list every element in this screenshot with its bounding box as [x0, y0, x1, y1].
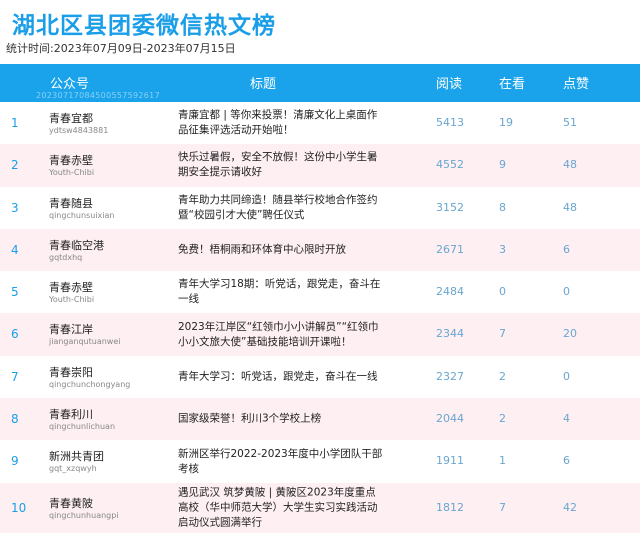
rank-number: 9	[11, 454, 19, 469]
account-id: qingchunchongyang	[49, 379, 131, 389]
read-count: 2344	[436, 327, 464, 341]
watermark-stamp: 20230717084500557592617	[36, 91, 160, 100]
account-name[interactable]: 青春利川	[49, 406, 93, 422]
table-row[interactable]: 8 青春利川 qingchunlichuan 国家级荣誉！利川3个学校上榜 20…	[0, 398, 640, 441]
article-title-link[interactable]: 青年大学习：听党话，跟党走，奋斗在一线	[178, 369, 384, 384]
ranking-table: 1 青春宜都 ydtsw4843881 青廉宜都 | 等你来投票！清廉文化上桌面…	[0, 102, 640, 533]
article-title-link[interactable]: 国家级荣誉！利川3个学校上榜	[178, 412, 384, 427]
rank-number: 10	[11, 500, 27, 515]
account-id: Youth-Chibi	[49, 168, 95, 178]
like-count: 48	[563, 158, 577, 172]
article-title-link[interactable]: 2023年江岸区“红领巾小小讲解员”“红领巾小小文旅大使”基础技能培训开课啦！	[178, 320, 384, 350]
like-count: 48	[563, 200, 577, 214]
like-count: 42	[563, 500, 577, 514]
table-row[interactable]: 7 青春崇阳 qingchunchongyang 青年大学习：听党话，跟党走，奋…	[0, 356, 640, 398]
like-count: 20	[563, 327, 577, 341]
account-name[interactable]: 青春随县	[49, 195, 93, 211]
account-id: gqtdxhq	[49, 252, 83, 262]
view-count: 8	[499, 200, 506, 214]
account-name[interactable]: 新洲共青团	[49, 448, 104, 464]
account-name[interactable]: 青春赤壁	[49, 152, 93, 168]
read-count: 4552	[436, 158, 464, 172]
article-title-link[interactable]: 青年大学习18期：听党话，跟党走，奋斗在一线	[178, 277, 384, 307]
account-id: Youth-Chibi	[49, 295, 95, 305]
read-count: 1812	[436, 500, 464, 514]
view-count: 0	[499, 285, 506, 299]
account-id: qingchunlichuan	[49, 422, 116, 432]
article-title-link[interactable]: 遇见武汉 筑梦黄陂 | 黄陂区2023年度重点高校（华中师范大学）大学生实习实践…	[178, 485, 384, 530]
table-header: 公众号 标题 阅读 在看 点赞 20230717084500557592617	[0, 64, 640, 102]
stat-period: 统计时间:2023年07月09日-2023年07月15日	[6, 42, 236, 55]
article-title-link[interactable]: 青年助力共同缔造！随县举行校地合作签约暨“校园引才大使”聘任仪式	[178, 193, 384, 223]
table-row[interactable]: 1 青春宜都 ydtsw4843881 青廉宜都 | 等你来投票！清廉文化上桌面…	[0, 102, 640, 144]
account-name[interactable]: 青春赤壁	[49, 279, 93, 295]
account-name[interactable]: 青春江岸	[49, 321, 93, 337]
table-row[interactable]: 4 青春临空港 gqtdxhq 免费！梧桐雨和环体育中心限时开放 2671 3 …	[0, 228, 640, 272]
view-count: 1	[499, 454, 506, 468]
rank-number: 1	[11, 116, 19, 130]
like-count: 51	[563, 116, 577, 129]
view-count: 7	[499, 327, 506, 341]
read-count: 5413	[436, 116, 464, 129]
view-count: 19	[499, 116, 513, 129]
read-count: 3152	[436, 200, 464, 214]
page-title: 湖北区县团委微信热文榜	[12, 13, 276, 39]
table-row[interactable]: 9 新洲共青团 gqt_xzqwyh 新洲区举行2022-2023年度中小学团队…	[0, 440, 640, 482]
view-count: 3	[499, 242, 506, 256]
account-name[interactable]: 青春崇阳	[49, 364, 93, 380]
table-row[interactable]: 3 青春随县 qingchunsuixian 青年助力共同缔造！随县举行校地合作…	[0, 187, 640, 229]
read-count: 2327	[436, 369, 464, 383]
like-count: 0	[563, 369, 570, 383]
rank-number: 4	[11, 242, 19, 257]
account-id: jianganqutuanwei	[49, 337, 121, 347]
read-count: 2671	[436, 242, 464, 256]
article-title-link[interactable]: 快乐过暑假，安全不放假！这份中小学生暑期安全提示请收好	[178, 150, 384, 180]
table-row[interactable]: 2 青春赤壁 Youth-Chibi 快乐过暑假，安全不放假！这份中小学生暑期安…	[0, 144, 640, 187]
account-id: qingchunhuangpi	[49, 510, 119, 520]
header-title[interactable]: 标题	[250, 73, 276, 92]
table-row[interactable]: 5 青春赤壁 Youth-Chibi 青年大学习18期：听党话，跟党走，奋斗在一…	[0, 271, 640, 313]
article-title-link[interactable]: 新洲区举行2022-2023年度中小学团队干部考核	[178, 447, 384, 477]
header-account[interactable]: 公众号	[50, 73, 89, 92]
view-count: 7	[499, 500, 506, 514]
like-count: 6	[563, 454, 570, 468]
account-id: ydtsw4843881	[49, 126, 109, 135]
account-name[interactable]: 青春临空港	[49, 237, 104, 253]
rank-number: 3	[11, 200, 19, 215]
read-count: 2044	[436, 412, 464, 426]
account-id: qingchunsuixian	[49, 210, 115, 220]
header-read[interactable]: 阅读	[436, 73, 462, 92]
article-title-link[interactable]: 免费！梧桐雨和环体育中心限时开放	[178, 243, 384, 258]
read-count: 2484	[436, 285, 464, 299]
read-count: 1911	[436, 454, 464, 468]
header-view[interactable]: 在看	[499, 73, 525, 92]
rank-number: 2	[11, 158, 19, 173]
table-row[interactable]: 6 青春江岸 jianganqutuanwei 2023年江岸区“红领巾小小讲解…	[0, 313, 640, 356]
view-count: 2	[499, 412, 506, 426]
view-count: 9	[499, 158, 506, 172]
rank-number: 5	[11, 285, 19, 300]
account-name[interactable]: 青春黄陂	[49, 495, 93, 511]
rank-number: 6	[11, 327, 19, 342]
rank-number: 8	[11, 412, 19, 427]
like-count: 6	[563, 242, 570, 256]
account-name[interactable]: 青春宜都	[49, 110, 93, 126]
like-count: 0	[563, 285, 570, 299]
like-count: 4	[563, 412, 570, 426]
table-row[interactable]: 10 青春黄陂 qingchunhuangpi 遇见武汉 筑梦黄陂 | 黄陂区2…	[0, 482, 640, 533]
account-id: gqt_xzqwyh	[49, 464, 97, 474]
header-like[interactable]: 点赞	[563, 73, 589, 92]
rank-number: 7	[11, 369, 19, 384]
article-title-link[interactable]: 青廉宜都 | 等你来投票！清廉文化上桌面作品征集评选活动开始啦！	[178, 108, 384, 138]
view-count: 2	[499, 369, 506, 383]
